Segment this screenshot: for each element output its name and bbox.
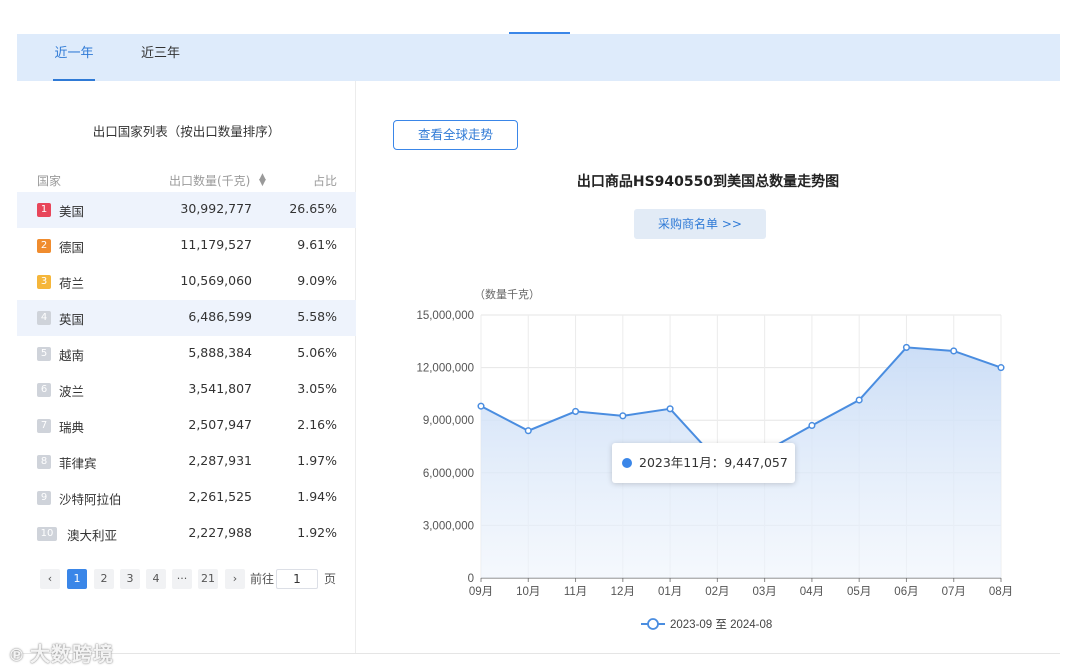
table-row[interactable]: 4 英国 6,486,599 5.58% bbox=[17, 300, 356, 336]
country-name: 越南 bbox=[59, 348, 85, 363]
export-quantity: 2,261,525 bbox=[188, 489, 252, 504]
export-share: 9.09% bbox=[297, 273, 337, 288]
table-row[interactable]: 3 荷兰 10,569,060 9.09% bbox=[17, 264, 356, 300]
period-tabs: 近一年 近三年 bbox=[17, 34, 1060, 81]
export-quantity: 5,888,384 bbox=[188, 345, 252, 360]
list-title: 出口国家列表（按出口数量排序） bbox=[92, 124, 281, 139]
rank-badge: 2 bbox=[37, 239, 51, 253]
watermark-logo: ℗ 大数跨境 bbox=[8, 638, 114, 667]
list-header: 国家 出口数量(千克) ▲ ▼ 占比 bbox=[17, 172, 356, 192]
country-rows: 1 美国 30,992,777 26.65% 2 德国 11,179,527 9.61% 3 荷兰… bbox=[17, 192, 356, 552]
export-share: 9.61% bbox=[297, 237, 337, 252]
goto-label: 前往 bbox=[250, 572, 275, 586]
chart-title: 出口商品HS940550到美国总数量走势图 bbox=[576, 174, 840, 190]
export-quantity: 2,507,947 bbox=[188, 417, 252, 432]
rank-badge: 9 bbox=[37, 491, 51, 505]
buyers-list-button[interactable]: 采购商名单 >> bbox=[634, 209, 766, 239]
sort-icon[interactable]: ▲ ▼ bbox=[259, 173, 266, 188]
page-button-4[interactable]: 4 bbox=[146, 569, 166, 589]
country-name: 菲律宾 bbox=[59, 456, 97, 471]
table-row[interactable]: 7 瑞典 2,507,947 2.16% bbox=[17, 408, 356, 444]
export-quantity: 11,179,527 bbox=[180, 237, 252, 252]
export-share: 1.94% bbox=[297, 489, 337, 504]
watermark-icon: ℗ bbox=[8, 646, 26, 666]
export-share: 1.97% bbox=[297, 453, 337, 468]
country-name: 澳大利亚 bbox=[67, 528, 118, 543]
next-page-button[interactable]: › bbox=[225, 569, 245, 589]
tooltip-dot-icon bbox=[622, 458, 632, 468]
export-share: 2.16% bbox=[297, 417, 337, 432]
watermark-text: 大数跨境 bbox=[30, 642, 114, 666]
export-quantity: 30,992,777 bbox=[180, 201, 252, 216]
page-suffix: 页 bbox=[324, 572, 337, 586]
page-button-1[interactable]: 1 bbox=[67, 569, 87, 589]
rank-badge: 8 bbox=[37, 455, 51, 469]
export-quantity: 10,569,060 bbox=[180, 273, 252, 288]
tab-one-year[interactable]: 近一年 bbox=[53, 34, 95, 81]
header-country: 国家 bbox=[37, 174, 62, 188]
country-name: 美国 bbox=[59, 204, 85, 219]
chart-tooltip: 2023年11月：9,447,057 bbox=[612, 443, 795, 483]
country-name: 瑞典 bbox=[59, 420, 85, 435]
tooltip-text: 2023年11月：9,447,057 bbox=[639, 455, 788, 470]
rank-badge: 6 bbox=[37, 383, 51, 397]
tab-three-years[interactable]: 近三年 bbox=[141, 34, 180, 81]
country-name: 英国 bbox=[59, 312, 85, 327]
export-quantity: 2,287,931 bbox=[188, 453, 252, 468]
trend-panel: 查看全球走势 出口商品HS940550到美国总数量走势图 采购商名单 >> bbox=[356, 81, 1060, 654]
table-row[interactable]: 1 美国 30,992,777 26.65% bbox=[17, 192, 356, 228]
country-name: 荷兰 bbox=[59, 276, 85, 291]
rank-badge: 3 bbox=[37, 275, 51, 289]
export-quantity: 2,227,988 bbox=[188, 525, 252, 540]
table-row[interactable]: 8 菲律宾 2,287,931 1.97% bbox=[17, 444, 356, 480]
pagination: ‹ 1 2 3 4 ··· 21 › 前往 1 页 bbox=[40, 569, 350, 591]
export-share: 1.92% bbox=[297, 525, 337, 540]
table-row[interactable]: 9 沙特阿拉伯 2,261,525 1.94% bbox=[17, 480, 356, 516]
country-name: 德国 bbox=[59, 240, 85, 255]
table-row[interactable]: 2 德国 11,179,527 9.61% bbox=[17, 228, 356, 264]
rank-badge: 10 bbox=[37, 527, 57, 541]
view-global-trend-button[interactable]: 查看全球走势 bbox=[393, 120, 518, 150]
country-name: 沙特阿拉伯 bbox=[59, 492, 122, 507]
table-row[interactable]: 5 越南 5,888,384 5.06% bbox=[17, 336, 356, 372]
export-share: 5.06% bbox=[297, 345, 337, 360]
rank-badge: 1 bbox=[37, 203, 51, 217]
header-quantity[interactable]: 出口数量(千克) bbox=[169, 172, 250, 189]
export-country-list: 出口国家列表（按出口数量排序） 国家 出口数量(千克) ▲ ▼ 占比 1 美国 30,… bbox=[17, 81, 356, 654]
export-share: 5.58% bbox=[297, 309, 337, 324]
rank-badge: 4 bbox=[37, 311, 51, 325]
bottom-divider bbox=[17, 653, 1060, 654]
page-button-2[interactable]: 2 bbox=[94, 569, 114, 589]
more-pages-button[interactable]: ··· bbox=[172, 569, 192, 589]
table-row[interactable]: 10 澳大利亚 2,227,988 1.92% bbox=[17, 516, 356, 552]
page-button-3[interactable]: 3 bbox=[120, 569, 140, 589]
goto-page-input[interactable]: 1 bbox=[276, 569, 318, 589]
header-share: 占比 bbox=[312, 174, 337, 188]
rank-badge: 5 bbox=[37, 347, 51, 361]
rank-badge: 7 bbox=[37, 419, 51, 433]
export-quantity: 3,541,807 bbox=[188, 381, 252, 396]
prev-page-button[interactable]: ‹ bbox=[40, 569, 60, 589]
page-button-21[interactable]: 21 bbox=[198, 569, 218, 589]
country-name: 波兰 bbox=[59, 384, 85, 399]
export-share: 3.05% bbox=[297, 381, 337, 396]
export-quantity: 6,486,599 bbox=[188, 309, 252, 324]
table-row[interactable]: 6 波兰 3,541,807 3.05% bbox=[17, 372, 356, 408]
export-share: 26.65% bbox=[289, 201, 337, 216]
